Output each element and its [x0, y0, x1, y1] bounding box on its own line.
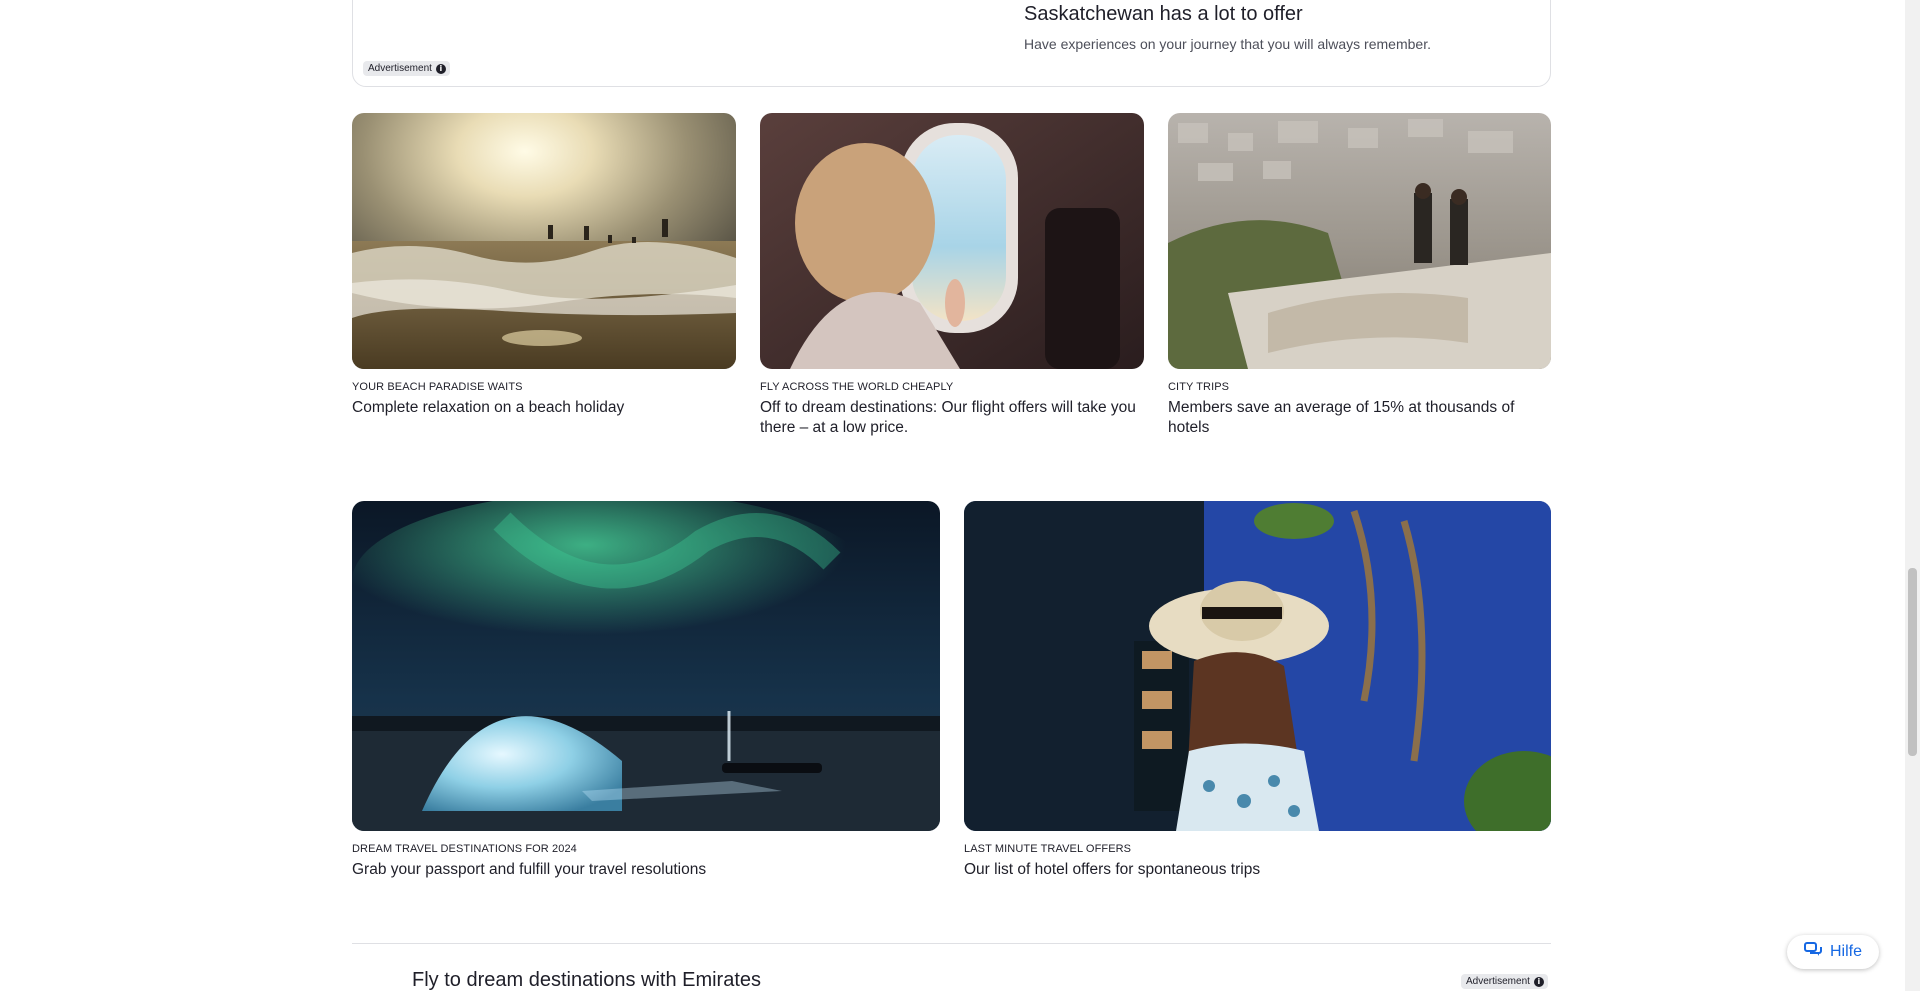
ad-subtitle: Have experiences on your journey that yo…	[1024, 36, 1431, 52]
woman-sunhat-image[interactable]	[964, 501, 1551, 831]
last-minute-offers-card[interactable]: LAST MINUTE TRAVEL OFFERS Our list of ho…	[964, 501, 1551, 880]
card-headline[interactable]: Complete relaxation on a beach holiday	[352, 398, 736, 418]
beach-waves-image[interactable]	[352, 113, 736, 369]
airplane-window-image[interactable]	[760, 113, 1144, 369]
advertisement-card[interactable]: Saskatchewan has a lot to offer Have exp…	[352, 0, 1551, 87]
scrollbar-thumb[interactable]	[1908, 568, 1917, 756]
card-headline[interactable]: Members save an average of 15% at thousa…	[1168, 398, 1551, 438]
card-eyebrow: YOUR BEACH PARADISE WAITS	[352, 381, 523, 393]
city-trips-card[interactable]: CITY TRIPS Members save an average of 15…	[1168, 113, 1551, 438]
page: Saskatchewan has a lot to offer Have exp…	[0, 0, 1920, 991]
card-eyebrow: LAST MINUTE TRAVEL OFFERS	[964, 843, 1132, 855]
help-label: Hilfe	[1829, 943, 1862, 960]
ad-title[interactable]: Saskatchewan has a lot to offer	[1024, 3, 1303, 26]
help-button[interactable]: Hilfe	[1787, 935, 1879, 969]
flight-offers-card[interactable]: FLY ACROSS THE WORLD CHEAPLY Off to drea…	[760, 113, 1144, 438]
section-divider	[352, 943, 1551, 944]
card-headline[interactable]: Our list of hotel offers for spontaneous…	[964, 860, 1551, 880]
info-icon: i	[1533, 976, 1544, 987]
chat-icon	[1803, 941, 1822, 963]
advertisement-badge[interactable]: Advertisement i	[363, 61, 450, 76]
aurora-igloo-image[interactable]	[352, 501, 940, 831]
advertisement-badge-label: Advertisement	[1466, 976, 1530, 987]
info-icon: i	[435, 63, 446, 74]
card-eyebrow: CITY TRIPS	[1168, 381, 1230, 393]
beach-holiday-card[interactable]: YOUR BEACH PARADISE WAITS Complete relax…	[352, 113, 736, 418]
card-headline[interactable]: Off to dream destinations: Our flight of…	[760, 398, 1144, 438]
card-headline[interactable]: Grab your passport and fulfill your trav…	[352, 860, 940, 880]
card-eyebrow: DREAM TRAVEL DESTINATIONS FOR 2024	[352, 843, 577, 855]
dream-destinations-card[interactable]: DREAM TRAVEL DESTINATIONS FOR 2024 Grab …	[352, 501, 940, 880]
card-eyebrow: FLY ACROSS THE WORLD CHEAPLY	[760, 381, 954, 393]
city-view-image[interactable]	[1168, 113, 1551, 369]
vertical-scrollbar[interactable]	[1905, 0, 1920, 991]
emirates-ad-title[interactable]: Fly to dream destinations with Emirates	[412, 969, 761, 991]
advertisement-badge[interactable]: Advertisement i	[1461, 974, 1548, 989]
advertisement-badge-label: Advertisement	[368, 63, 432, 74]
